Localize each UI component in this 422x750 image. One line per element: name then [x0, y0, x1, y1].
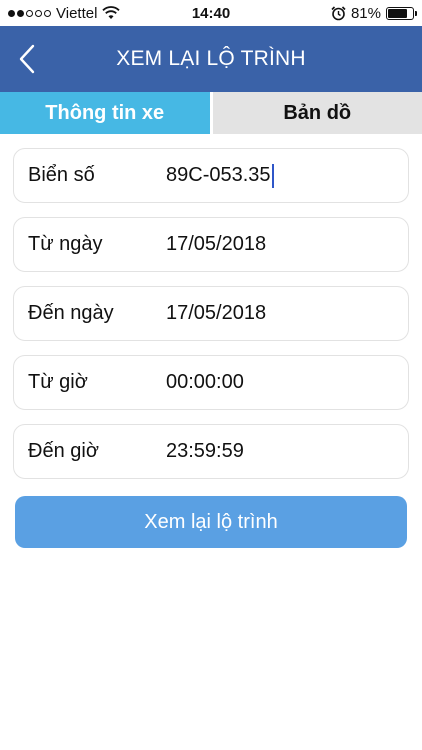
from-date-label: Từ ngày [28, 233, 103, 255]
plate-label: Biển số [28, 164, 95, 186]
to-time-field[interactable]: Đến giờ 23:59:59 [13, 424, 409, 479]
to-time-label: Đến giờ [28, 440, 99, 462]
tab-bar: Thông tin xe Bản dồ [0, 92, 422, 134]
chevron-left-icon [19, 44, 35, 74]
text-cursor [271, 163, 274, 188]
wifi-icon [102, 6, 121, 19]
carrier-name: Viettel [56, 4, 98, 22]
signal-dots-icon [8, 9, 51, 17]
plate-input[interactable]: 89C-053.35 [166, 164, 271, 187]
tab-map[interactable]: Bản dồ [212, 92, 422, 134]
from-time-label: Từ giờ [28, 371, 88, 393]
to-time-input[interactable]: 23:59:59 [166, 440, 244, 463]
route-form: Biển số 89C-053.35 Từ ngày 17/05/2018 Đế… [13, 148, 409, 493]
battery-fill [388, 8, 408, 18]
nav-header: XEM LẠI LỘ TRÌNH [0, 26, 422, 92]
review-route-button[interactable]: Xem lại lộ trình [15, 496, 407, 548]
tab-vehicle-info[interactable]: Thông tin xe [0, 92, 210, 134]
to-date-input[interactable]: 17/05/2018 [166, 302, 266, 325]
status-bar-left: Viettel [8, 4, 121, 22]
plate-value-wrap[interactable]: 89C-053.35 [166, 163, 274, 188]
status-bar-right: 81% [331, 4, 417, 22]
battery-percent: 81% [350, 4, 381, 22]
status-bar: Viettel 14:40 81% [0, 0, 422, 26]
page-title: XEM LẠI LỘ TRÌNH [116, 47, 306, 70]
from-date-field[interactable]: Từ ngày 17/05/2018 [13, 217, 409, 272]
to-date-label: Đến ngày [28, 302, 114, 324]
to-date-field[interactable]: Đến ngày 17/05/2018 [13, 286, 409, 341]
battery-icon [386, 6, 417, 20]
back-button[interactable] [12, 42, 42, 76]
from-time-input[interactable]: 00:00:00 [166, 371, 244, 394]
alarm-icon [331, 5, 346, 20]
plate-field[interactable]: Biển số 89C-053.35 [13, 148, 409, 203]
from-time-field[interactable]: Từ giờ 00:00:00 [13, 355, 409, 410]
from-date-input[interactable]: 17/05/2018 [166, 233, 266, 256]
